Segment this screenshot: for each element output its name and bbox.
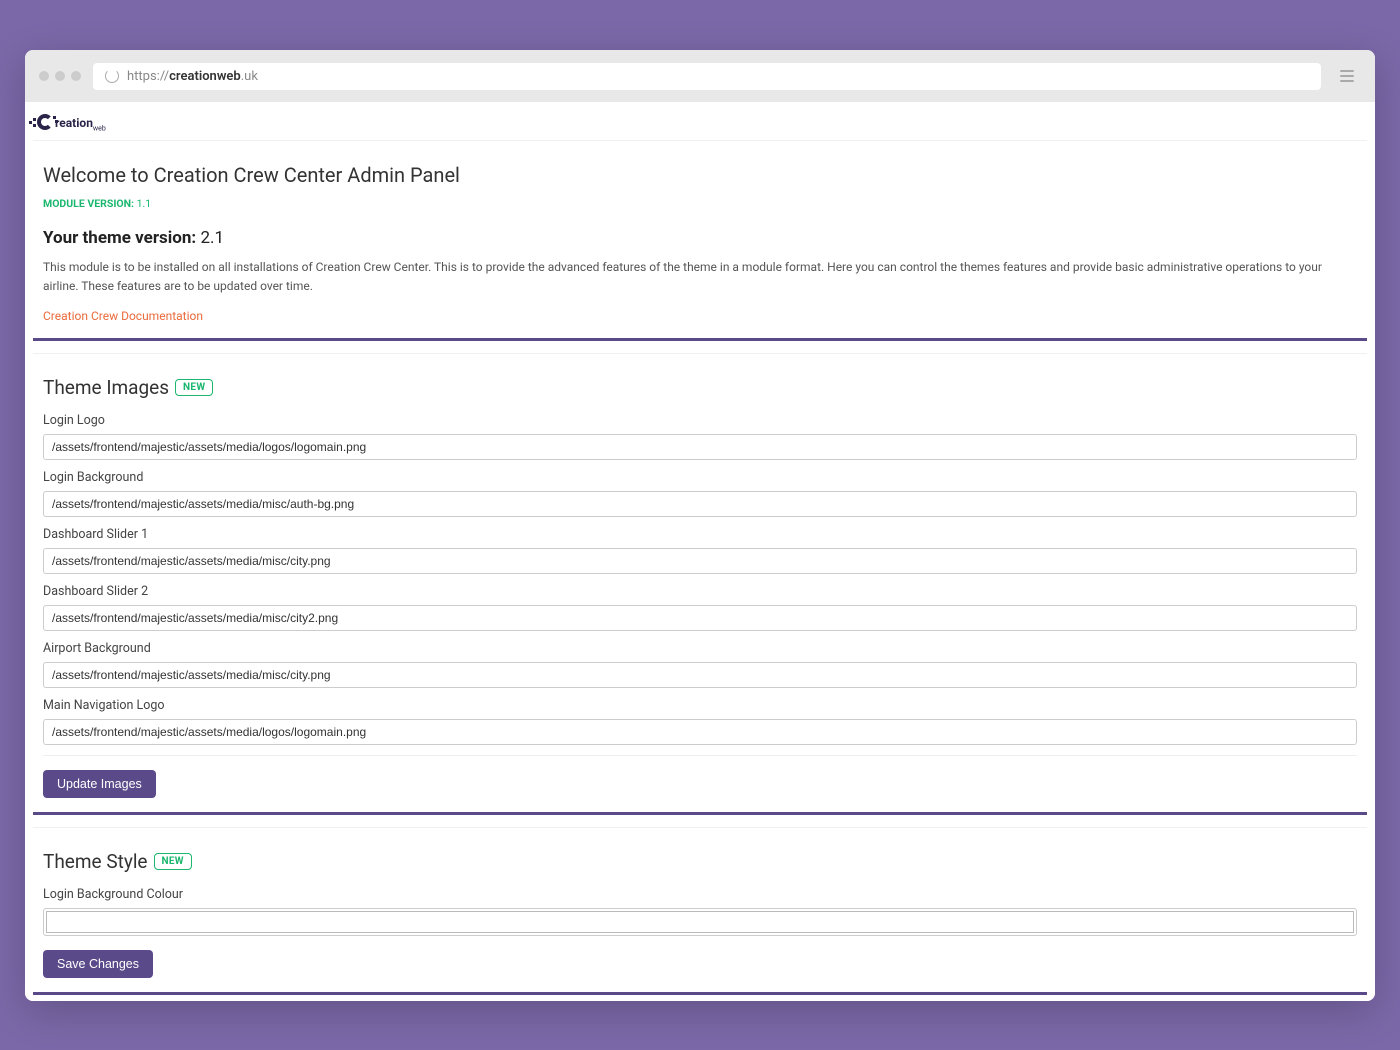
dashboard-slider-2-field: Dashboard Slider 2 [43, 584, 1357, 631]
url-text: https://creationweb.uk [127, 69, 258, 84]
menu-icon[interactable] [1333, 62, 1361, 90]
url-host: creationweb [169, 69, 241, 84]
dashboard-slider-2-label: Dashboard Slider 2 [43, 584, 1357, 599]
reload-icon[interactable] [105, 69, 119, 83]
page-body: reationweb Welcome to Creation Crew Cent… [25, 102, 1375, 1001]
browser-frame: https://creationweb.uk reationweb Welcom… [25, 50, 1375, 1001]
login-background-field: Login Background [43, 470, 1357, 517]
dashboard-slider-1-input[interactable] [43, 548, 1357, 574]
new-badge: NEW [154, 853, 192, 870]
dashboard-slider-1-label: Dashboard Slider 1 [43, 527, 1357, 542]
logo-text: reation [55, 116, 93, 130]
theme-style-title: Theme Style NEW [43, 850, 1357, 873]
url-tld: .uk [241, 69, 258, 84]
theme-style-card: Theme Style NEW Login Background Colour … [33, 827, 1367, 995]
welcome-card: Welcome to Creation Crew Center Admin Pa… [33, 140, 1367, 341]
color-swatch [46, 911, 1354, 933]
theme-version-label: Your theme version: [43, 228, 196, 248]
module-version: MODULE VERSION: 1.1 [43, 197, 1357, 210]
page-title: Welcome to Creation Crew Center Admin Pa… [43, 163, 1357, 187]
logo-mark-icon [33, 112, 57, 136]
browser-chrome: https://creationweb.uk [25, 50, 1375, 102]
url-prefix: https:// [127, 69, 169, 84]
theme-version-value: 2.1 [200, 228, 224, 248]
dashboard-slider-2-input[interactable] [43, 605, 1357, 631]
theme-images-title-text: Theme Images [43, 376, 169, 399]
airport-background-label: Airport Background [43, 641, 1357, 656]
app-logo[interactable]: reationweb [33, 112, 1367, 136]
close-window-icon[interactable] [39, 71, 49, 81]
theme-images-title: Theme Images NEW [43, 376, 1357, 399]
login-background-input[interactable] [43, 491, 1357, 517]
login-logo-label: Login Logo [43, 413, 1357, 428]
login-bg-colour-label: Login Background Colour [43, 887, 1357, 902]
login-bg-colour-field: Login Background Colour [43, 887, 1357, 936]
url-bar[interactable]: https://creationweb.uk [93, 63, 1321, 90]
documentation-link[interactable]: Creation Crew Documentation [43, 309, 203, 323]
update-images-button[interactable]: Update Images [43, 770, 156, 798]
maximize-window-icon[interactable] [71, 71, 81, 81]
main-nav-logo-field: Main Navigation Logo [43, 698, 1357, 745]
logo-bar: reationweb [25, 102, 1375, 140]
dashboard-slider-1-field: Dashboard Slider 1 [43, 527, 1357, 574]
login-background-label: Login Background [43, 470, 1357, 485]
module-description: This module is to be installed on all in… [43, 258, 1357, 295]
login-logo-input[interactable] [43, 434, 1357, 460]
main-nav-logo-label: Main Navigation Logo [43, 698, 1357, 713]
form-divider [43, 755, 1357, 756]
new-badge: NEW [175, 379, 213, 396]
theme-version: Your theme version: 2.1 [43, 228, 1357, 248]
module-version-label: MODULE VERSION: [43, 197, 134, 210]
airport-background-input[interactable] [43, 662, 1357, 688]
theme-style-title-text: Theme Style [43, 850, 148, 873]
minimize-window-icon[interactable] [55, 71, 65, 81]
main-nav-logo-input[interactable] [43, 719, 1357, 745]
airport-background-field: Airport Background [43, 641, 1357, 688]
window-controls [39, 71, 81, 81]
module-version-value: 1.1 [137, 197, 152, 210]
login-bg-colour-input[interactable] [43, 908, 1357, 936]
theme-images-card: Theme Images NEW Login Logo Login Backgr… [33, 353, 1367, 815]
logo-subtext: web [93, 124, 106, 132]
save-changes-button[interactable]: Save Changes [43, 950, 153, 978]
login-logo-field: Login Logo [43, 413, 1357, 460]
